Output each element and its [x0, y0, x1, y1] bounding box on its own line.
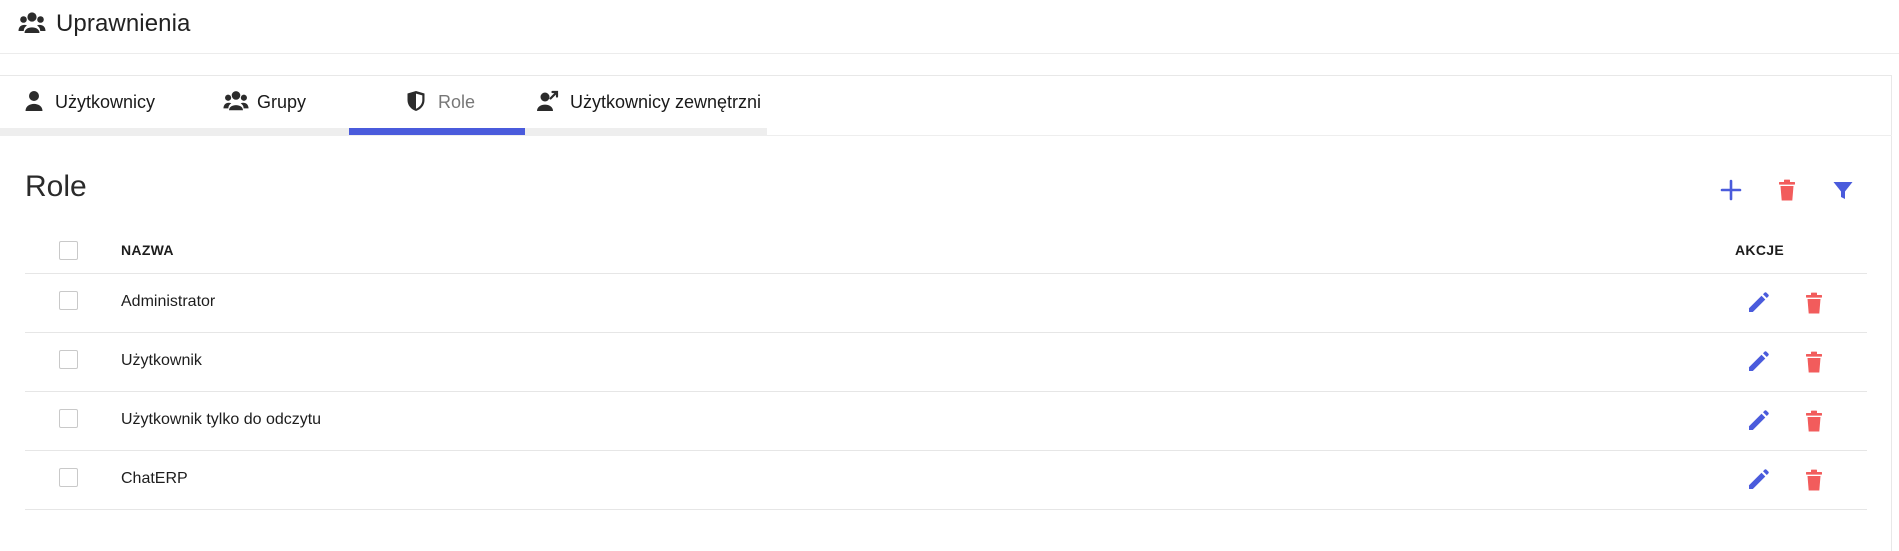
- select-all-checkbox[interactable]: [59, 241, 78, 260]
- tab-label: Użytkownicy zewnętrzni: [570, 92, 762, 112]
- tab-label: Użytkownicy: [55, 92, 156, 112]
- role-name: ChatERP: [121, 470, 188, 487]
- pencil-icon: [1749, 410, 1769, 430]
- role-name: Administrator: [121, 293, 216, 310]
- trash-icon: [1806, 469, 1822, 491]
- shield-icon: [404, 89, 428, 113]
- tab-label: Role: [438, 92, 476, 112]
- table-row: ChatERP: [25, 451, 1867, 510]
- table-row: Administrator: [25, 274, 1867, 333]
- tab-indicator: [349, 128, 525, 135]
- edit-button[interactable]: [1745, 290, 1771, 316]
- tab-indicator: [525, 128, 767, 135]
- column-header-actions: AKCJE: [1735, 242, 1784, 258]
- pencil-icon: [1749, 469, 1769, 489]
- trash-icon: [1806, 292, 1822, 314]
- tab-bar: Użytkownicy Grupy Role Użytkownicy zewnę…: [0, 75, 1892, 136]
- pencil-icon: [1749, 351, 1769, 371]
- delete-row-button[interactable]: [1801, 290, 1827, 316]
- column-header-name: NAZWA: [121, 242, 174, 258]
- tab-users[interactable]: Użytkownicy: [0, 75, 176, 135]
- tab-indicator: [0, 128, 176, 135]
- delete-selected-button[interactable]: [1773, 176, 1801, 204]
- trash-icon: [1806, 410, 1822, 432]
- edit-button[interactable]: [1745, 349, 1771, 375]
- plus-icon: [1720, 179, 1742, 201]
- row-checkbox[interactable]: [59, 291, 78, 310]
- row-checkbox[interactable]: [59, 350, 78, 369]
- users-group-icon: [223, 89, 249, 113]
- section-title: Role: [25, 170, 87, 203]
- page-title: Uprawnienia: [56, 10, 191, 37]
- row-checkbox[interactable]: [59, 409, 78, 428]
- table-header: NAZWA AKCJE: [25, 228, 1867, 274]
- tab-external-users[interactable]: Użytkownicy zewnętrzni: [525, 75, 767, 135]
- delete-row-button[interactable]: [1801, 349, 1827, 375]
- filter-button[interactable]: [1829, 176, 1857, 204]
- edit-button[interactable]: [1745, 467, 1771, 493]
- external-user-icon: [536, 89, 560, 113]
- filter-icon: [1833, 182, 1853, 199]
- roles-table: NAZWA AKCJE Administrator Użytkownik Uży…: [25, 228, 1867, 510]
- table-row: Użytkownik: [25, 333, 1867, 392]
- tab-roles[interactable]: Role: [349, 75, 525, 135]
- role-name: Użytkownik tylko do odczytu: [121, 411, 322, 428]
- table-row: Użytkownik tylko do odczytu: [25, 392, 1867, 451]
- role-name: Użytkownik: [121, 352, 202, 369]
- tab-indicator: [176, 128, 349, 135]
- user-icon: [22, 89, 46, 113]
- page-header: Uprawnienia: [0, 0, 1899, 54]
- tab-label: Grupy: [257, 92, 307, 112]
- tab-groups[interactable]: Grupy: [176, 75, 349, 135]
- pencil-icon: [1749, 292, 1769, 312]
- delete-row-button[interactable]: [1801, 467, 1827, 493]
- delete-row-button[interactable]: [1801, 408, 1827, 434]
- users-group-icon: [18, 11, 46, 35]
- trash-icon: [1806, 351, 1822, 373]
- add-button[interactable]: [1717, 176, 1745, 204]
- trash-icon: [1779, 179, 1795, 201]
- row-checkbox[interactable]: [59, 468, 78, 487]
- edit-button[interactable]: [1745, 408, 1771, 434]
